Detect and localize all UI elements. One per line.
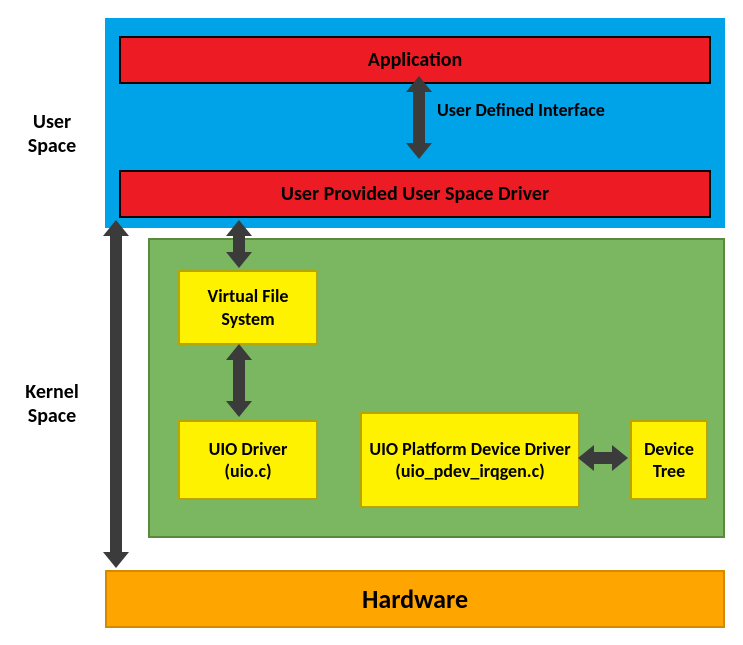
uio-platform-driver-box: UIO Platform Device Driver (uio_pdev_irq… <box>360 412 580 508</box>
user-space-driver-box: User Provided User Space Driver <box>119 170 711 218</box>
hardware-box: Hardware <box>105 570 725 628</box>
user-space-label: User Space <box>12 110 92 158</box>
uio-driver-box: UIO Driver (uio.c) <box>178 420 318 500</box>
architecture-diagram: User Space Kernel Space Application User… <box>10 10 733 635</box>
device-tree-box: Device Tree <box>630 420 708 500</box>
interface-label: User Defined Interface <box>437 100 605 122</box>
arrow-platformdriver-to-devicetree <box>592 452 614 464</box>
kernel-space-label: Kernel Space <box>12 380 92 428</box>
vfs-box: Virtual File System <box>178 270 318 345</box>
arrow-userdriver-to-vfs <box>233 234 245 254</box>
arrow-app-to-userdriver <box>413 90 425 145</box>
arrow-userspace-to-hardware <box>110 234 122 554</box>
arrow-vfs-to-uiodriver <box>233 358 245 403</box>
